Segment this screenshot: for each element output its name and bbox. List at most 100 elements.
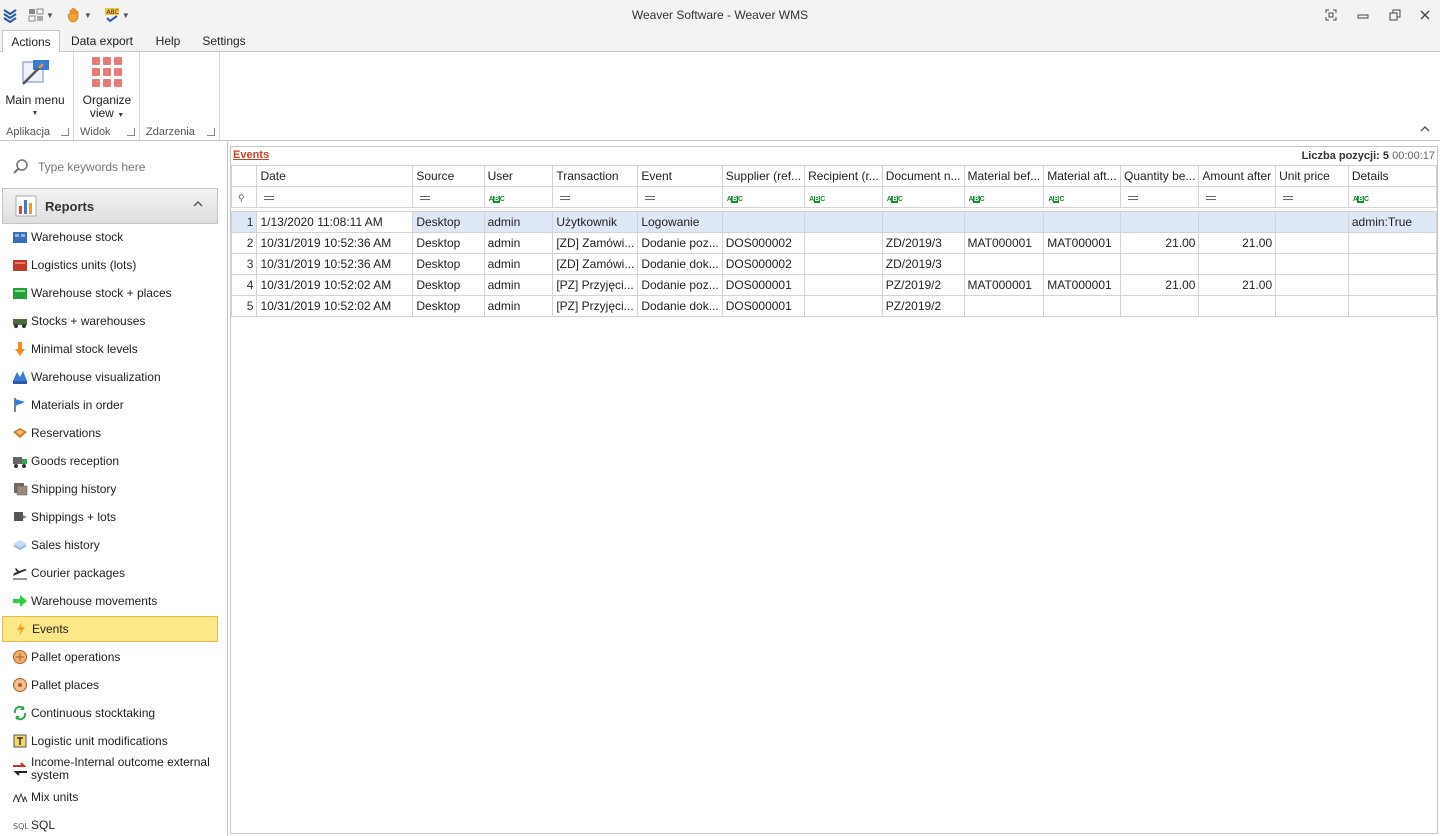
table-cell[interactable] (1347, 232, 1438, 254)
table-cell[interactable]: Dodanie poz... (637, 274, 723, 296)
table-cell[interactable] (804, 274, 883, 296)
table-cell[interactable]: Desktop (412, 274, 485, 296)
table-cell[interactable] (1198, 253, 1277, 275)
sidebar-item-warehouse-visualization[interactable]: Warehouse visualization (2, 364, 218, 390)
column-header[interactable]: Event (637, 165, 723, 187)
column-header[interactable]: Source (412, 165, 485, 187)
table-cell[interactable] (1275, 232, 1349, 254)
sidebar-item-sales-history[interactable]: Sales history (2, 532, 218, 558)
table-cell[interactable]: Logowanie (637, 211, 723, 233)
sidebar-item-materials-in-order[interactable]: Materials in order (2, 392, 218, 418)
table-row[interactable]: 3 10/31/2019 10:52:36 AM Desktop admin [ZD] … (230, 253, 1438, 275)
column-filter-cell[interactable] (552, 186, 639, 208)
close-icon[interactable] (1416, 6, 1434, 24)
dialog-launcher-icon[interactable] (207, 128, 215, 136)
table-cell[interactable]: 10/31/2019 10:52:36 AM (256, 232, 414, 254)
sidebar-item-pallet-places[interactable]: Pallet places (2, 672, 218, 698)
column-header[interactable]: Supplier (ref... (721, 165, 806, 187)
table-cell[interactable]: MAT000001 (1043, 232, 1122, 254)
column-filter-cell[interactable] (1120, 186, 1200, 208)
table-cell[interactable]: Użytkownik (552, 211, 639, 233)
collapse-ribbon-icon[interactable] (1420, 124, 1430, 134)
sidebar-item-warehouse-stock-places[interactable]: Warehouse stock + places (2, 280, 218, 306)
table-cell[interactable] (1120, 295, 1200, 317)
sidebar-item-sql[interactable]: SQL SQL (2, 812, 218, 836)
table-cell[interactable]: PZ/2019/2 (881, 274, 965, 296)
table-cell[interactable] (804, 253, 883, 275)
table-cell[interactable]: admin (483, 211, 554, 233)
sidebar-item-stocks-warehouses[interactable]: Stocks + warehouses (2, 308, 218, 334)
table-cell[interactable]: DOS000001 (721, 274, 806, 296)
table-cell[interactable] (1043, 295, 1122, 317)
table-cell[interactable]: 21.00 (1198, 274, 1277, 296)
table-cell[interactable]: 21.00 (1120, 232, 1200, 254)
fullscreen-icon[interactable] (1322, 6, 1340, 24)
table-cell[interactable]: [ZD] Zamówi... (552, 232, 639, 254)
column-header[interactable]: Amount after (1198, 165, 1277, 187)
column-filter-cell[interactable]: ABC (963, 186, 1045, 208)
table-cell[interactable] (963, 211, 1045, 233)
table-row[interactable]: 5 10/31/2019 10:52:02 AM Desktop admin [PZ] … (230, 295, 1438, 317)
sidebar-item-reservations[interactable]: Reservations (2, 420, 218, 446)
table-row[interactable]: 4 10/31/2019 10:52:02 AM Desktop admin [PZ] … (230, 274, 1438, 296)
table-cell[interactable] (804, 232, 883, 254)
table-row[interactable]: 2 10/31/2019 10:52:36 AM Desktop admin [ZD] … (230, 232, 1438, 254)
sidebar-item-warehouse-stock[interactable]: Warehouse stock (2, 224, 218, 250)
column-filter-cell[interactable]: ABC (1043, 186, 1122, 208)
table-cell[interactable] (1275, 274, 1349, 296)
table-cell[interactable] (1120, 253, 1200, 275)
table-cell[interactable] (963, 295, 1045, 317)
sidebar-item-shippings-lots[interactable]: Shippings + lots (2, 504, 218, 530)
table-cell[interactable]: admin (483, 274, 554, 296)
table-cell[interactable]: DOS000001 (721, 295, 806, 317)
table-cell[interactable] (804, 295, 883, 317)
table-cell[interactable] (1043, 253, 1122, 275)
table-cell[interactable] (1120, 211, 1200, 233)
table-cell[interactable]: ZD/2019/3 (881, 253, 965, 275)
table-cell[interactable]: 10/31/2019 10:52:02 AM (256, 274, 414, 296)
table-cell[interactable] (804, 211, 883, 233)
sidebar-item-warehouse-movements[interactable]: Warehouse movements (2, 588, 218, 614)
table-cell[interactable]: admin:True (1347, 211, 1438, 233)
column-header[interactable]: User (483, 165, 554, 187)
column-filter-cell[interactable]: ABC (804, 186, 883, 208)
table-cell[interactable] (1275, 253, 1349, 275)
sidebar-item-logistics-units-lots[interactable]: Logistics units (lots) (2, 252, 218, 278)
column-filter-cell[interactable] (1275, 186, 1349, 208)
table-cell[interactable]: Desktop (412, 232, 485, 254)
table-cell[interactable] (1275, 295, 1349, 317)
table-cell[interactable]: [PZ] Przyjęci... (552, 274, 639, 296)
tab-actions[interactable]: Actions (2, 30, 60, 53)
column-header[interactable]: Unit price (1275, 165, 1349, 187)
column-header[interactable]: Details (1347, 165, 1438, 187)
column-header[interactable]: Transaction (552, 165, 639, 187)
chevron-up-icon[interactable] (193, 199, 203, 211)
table-cell[interactable] (1198, 211, 1277, 233)
table-cell[interactable]: Desktop (412, 253, 485, 275)
column-header[interactable]: Quantity be... (1120, 165, 1200, 187)
column-filter-cell[interactable] (256, 186, 414, 208)
table-cell[interactable]: MAT000001 (963, 232, 1045, 254)
sidebar-item-events[interactable]: Events (2, 616, 218, 642)
column-filter-cell[interactable] (412, 186, 485, 208)
column-header[interactable]: Material aft... (1043, 165, 1122, 187)
column-filter-cell[interactable]: ABC (721, 186, 806, 208)
table-cell[interactable]: 10/31/2019 10:52:36 AM (256, 253, 414, 275)
table-cell[interactable]: admin (483, 232, 554, 254)
sidebar-item-courier-packages[interactable]: Courier packages (2, 560, 218, 586)
table-cell[interactable]: Dodanie poz... (637, 232, 723, 254)
table-cell[interactable]: 1/13/2020 11:08:11 AM (256, 211, 414, 233)
organize-view-button[interactable]: Organize view ▼ (78, 56, 136, 122)
filter-pin-icon[interactable]: ⚲ (230, 186, 258, 208)
tab-data-export[interactable]: Data export (64, 30, 140, 52)
column-header[interactable]: Date (256, 165, 414, 187)
table-cell[interactable]: Dodanie dok... (637, 295, 723, 317)
column-filter-cell[interactable]: ABC (1347, 186, 1438, 208)
minimize-icon[interactable] (1354, 6, 1372, 24)
restore-icon[interactable] (1386, 6, 1404, 24)
table-cell[interactable] (1347, 253, 1438, 275)
table-cell[interactable]: DOS000002 (721, 232, 806, 254)
reports-group-header[interactable]: Reports (2, 188, 218, 224)
table-cell[interactable] (1043, 211, 1122, 233)
table-cell[interactable]: [PZ] Przyjęci... (552, 295, 639, 317)
